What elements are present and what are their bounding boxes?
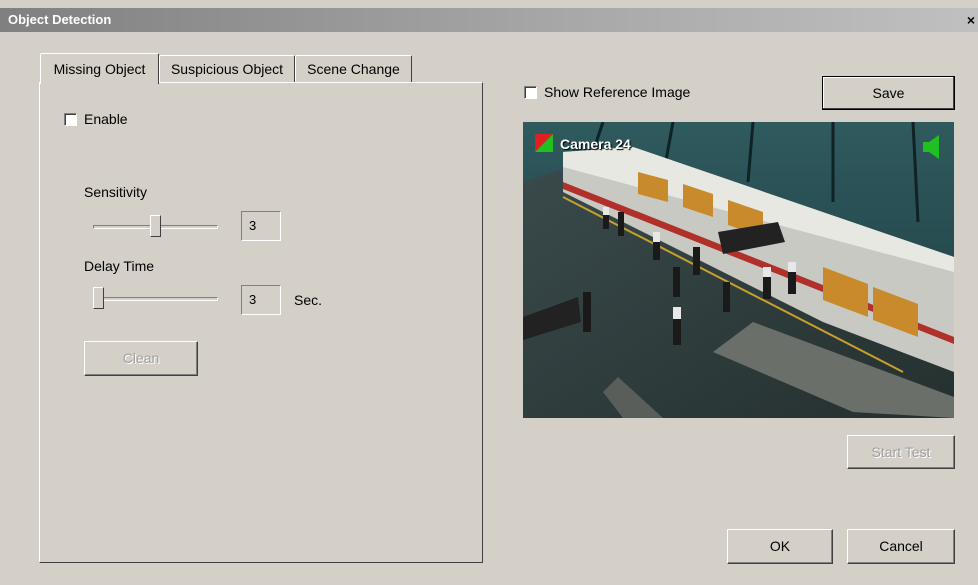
save-button[interactable]: Save (822, 76, 955, 110)
show-reference-image-checkbox[interactable] (524, 86, 537, 99)
camera-name-label: Camera 24 (560, 136, 631, 152)
title-bar: Object Detection × (0, 8, 978, 32)
camera-scene-image (523, 122, 954, 418)
tab-missing-object[interactable]: Missing Object (40, 53, 159, 84)
show-reference-image-label: Show Reference Image (544, 84, 691, 100)
object-detection-dialog: Object Detection × Missing Object Suspic… (0, 0, 978, 585)
start-test-button[interactable]: Start Test (847, 435, 955, 469)
window-title: Object Detection (8, 12, 112, 27)
close-icon[interactable]: × (964, 13, 978, 27)
tab-suspicious-object[interactable]: Suspicious Object (159, 55, 295, 82)
tab-scene-change[interactable]: Scene Change (295, 55, 412, 82)
missing-object-panel (39, 82, 483, 563)
camera-status-icon (535, 134, 553, 152)
ok-button[interactable]: OK (727, 529, 833, 564)
camera-preview: Camera 24 (523, 122, 954, 418)
cancel-button[interactable]: Cancel (847, 529, 955, 564)
